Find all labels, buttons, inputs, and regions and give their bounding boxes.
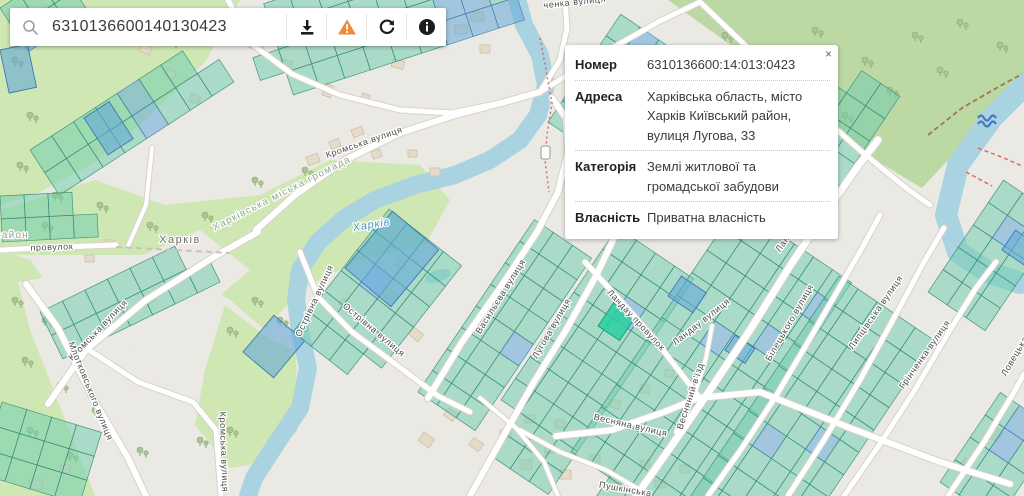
refresh-icon <box>378 18 396 36</box>
warning-button[interactable] <box>326 14 366 40</box>
map-canvas[interactable]: Кромська вулицяКромська вулицяКромська в… <box>0 0 1024 496</box>
download-button[interactable] <box>286 14 326 40</box>
popup-row: Номер6310136600:14:013:0423 <box>575 49 830 81</box>
search-input[interactable] <box>50 17 286 37</box>
building <box>480 45 490 53</box>
search-icon <box>10 19 50 36</box>
parcel-info-popup: × Номер6310136600:14:013:0423АдресаХаркі… <box>565 45 838 239</box>
popup-row-label: Номер <box>575 55 647 75</box>
popup-row-value: Землі житлової та громадської забудови <box>647 157 829 196</box>
popup-row: АдресаХарківська область, місто Харків К… <box>575 81 830 152</box>
cadastral-parcel[interactable] <box>0 195 25 219</box>
refresh-button[interactable] <box>366 14 406 40</box>
popup-row-value: Приватна власність <box>647 208 829 228</box>
street-label: провулок <box>30 241 73 252</box>
close-icon[interactable]: × <box>825 48 832 60</box>
popup-row-value: 6310136600:14:013:0423 <box>647 55 829 75</box>
popup-row: КатегоріяЗемлі житлової та громадської з… <box>575 151 830 202</box>
warning-icon <box>337 18 357 36</box>
boundary-marker <box>541 146 550 159</box>
popup-row-label: Власність <box>575 208 647 228</box>
building <box>85 255 94 262</box>
search-bar <box>10 8 446 46</box>
cadastral-parcel[interactable] <box>48 192 73 216</box>
popup-row-label: Категорія <box>575 157 647 196</box>
info-button[interactable] <box>406 14 446 40</box>
building <box>430 168 440 176</box>
city-label: Харків <box>159 234 201 246</box>
popup-row-label: Адреса <box>575 87 647 146</box>
cadastral-parcel[interactable] <box>49 215 74 239</box>
admin-label: Київський район <box>0 230 29 241</box>
cadastral-parcel[interactable] <box>73 214 98 238</box>
building <box>408 150 417 157</box>
cadastral-parcel[interactable] <box>24 193 49 217</box>
info-icon <box>418 18 436 36</box>
download-icon <box>298 18 316 36</box>
popup-row-value: Харківська область, місто Харків Київськ… <box>647 87 829 146</box>
cadastral-parcel[interactable] <box>25 216 50 240</box>
popup-row: ВласністьПриватна власність <box>575 202 830 233</box>
